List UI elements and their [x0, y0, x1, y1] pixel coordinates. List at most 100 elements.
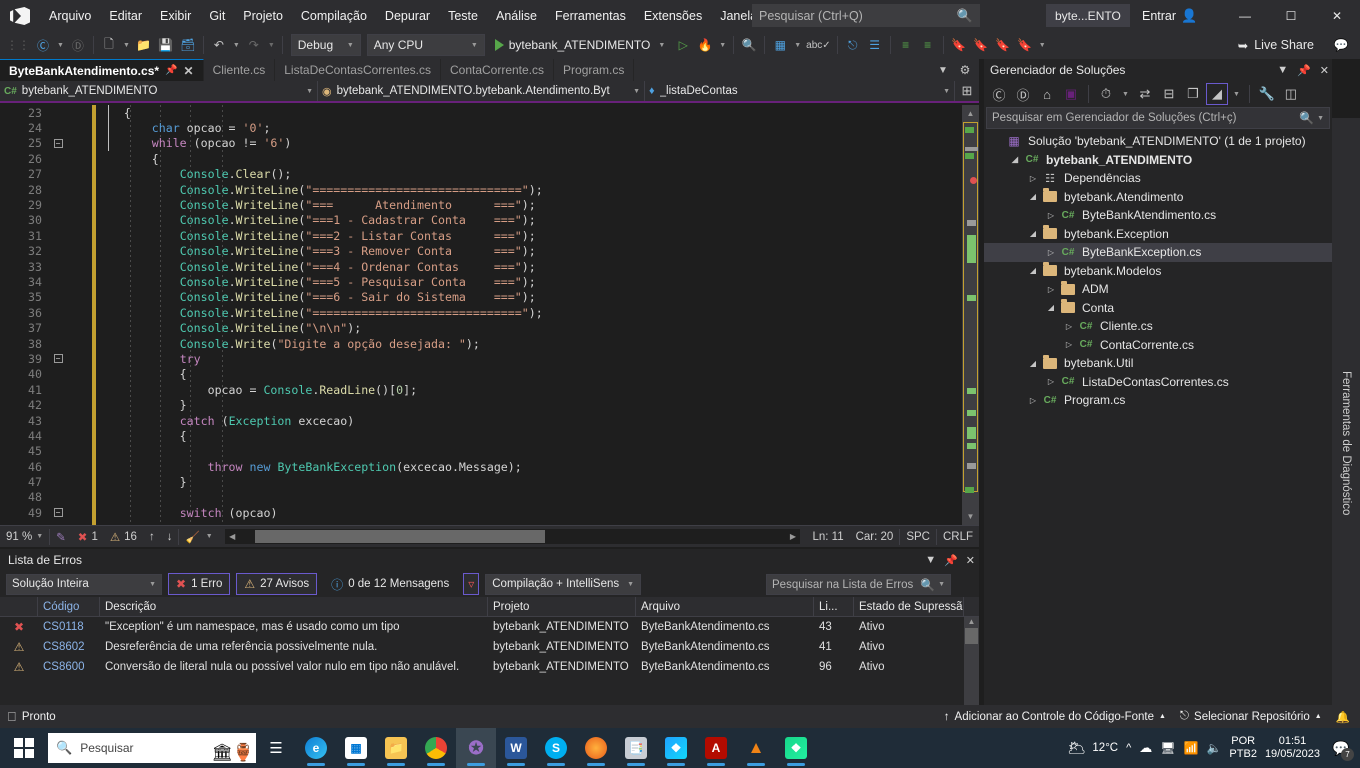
bluestacks-icon[interactable]: ❖	[656, 728, 696, 768]
redo-caret-icon[interactable]: ▼	[265, 42, 278, 49]
chevron-right-icon[interactable]: ▷	[1044, 377, 1058, 386]
vlc-icon[interactable]: ▲	[736, 728, 776, 768]
close-icon[interactable]: ✕	[1314, 0, 1360, 31]
tree-node-bytebank-modelos[interactable]: ◢ bytebank.Modelos	[984, 262, 1332, 281]
warnings-filter-button[interactable]: ⚠ 27 Avisos	[236, 573, 318, 595]
edge-icon[interactable]: e	[296, 728, 336, 768]
weather-widget[interactable]: 🌥 12°C	[1067, 739, 1118, 757]
sign-in-button[interactable]: Entrar 👤	[1142, 0, 1197, 31]
back-dropdown-caret-icon[interactable]: ▼	[54, 42, 67, 49]
notes-icon[interactable]: 📑	[616, 728, 656, 768]
scroll-down-icon[interactable]: ▼	[962, 508, 979, 525]
chevron-down-icon[interactable]: ▼	[1119, 91, 1132, 98]
fold-toggle-icon[interactable]: −	[48, 138, 68, 148]
chevron-right-icon[interactable]: ▷	[1062, 322, 1076, 331]
arrow-up-icon[interactable]: ↑	[143, 526, 161, 548]
split-editor-icon[interactable]: ⊞	[955, 80, 979, 102]
code-line[interactable]: 46 throw new ByteBankException(excecao.M…	[0, 459, 930, 474]
gear-icon[interactable]: ⚙	[955, 59, 975, 81]
code-line[interactable]: 28 Console.WriteLine("==================…	[0, 182, 930, 197]
editor-vertical-scrollbar[interactable]: ▲ ▼	[962, 105, 979, 525]
tree-node-program-cs[interactable]: ▷ C# Program.cs	[984, 391, 1332, 410]
horizontal-scrollbar-thumb[interactable]	[254, 530, 545, 543]
ink-icon[interactable]: ✎	[50, 526, 72, 548]
spell-check-icon[interactable]: abc✓	[804, 34, 833, 56]
error-list-row[interactable]: ⚠ CS8600 Conversão de literal nula ou poss…	[0, 657, 979, 677]
chevron-down-icon[interactable]: ▼	[925, 554, 936, 566]
window-layout-caret-icon[interactable]: ▼	[791, 42, 804, 49]
tab-cliente[interactable]: Cliente.cs	[203, 59, 276, 81]
code-line[interactable]: 35 Console.WriteLine("===6 - Sair do Sis…	[0, 290, 930, 305]
tree-node-bytebankatendimento-cs[interactable]: ▷ C# ByteBankAtendimento.cs	[984, 206, 1332, 225]
bookmarks-overflow-caret-icon[interactable]: ▼	[1036, 42, 1049, 49]
wifi-icon[interactable]: 📶	[1184, 741, 1199, 755]
window-layout-icon[interactable]: ▦	[769, 34, 791, 56]
tab-contacorrente[interactable]: ContaCorrente.cs	[440, 59, 555, 81]
redo-icon[interactable]: ↷	[243, 34, 265, 56]
history-icon[interactable]: ⏱	[1095, 83, 1117, 105]
chevron-down-icon[interactable]: ▼	[655, 42, 668, 49]
save-icon[interactable]: 💾	[155, 34, 177, 56]
column-arquivo[interactable]: Arquivo	[636, 596, 814, 617]
code-line[interactable]: 40 {	[0, 367, 930, 382]
scroll-up-icon[interactable]: ▲	[964, 617, 979, 626]
fold-toggle-icon[interactable]: −	[48, 508, 68, 518]
warning-count-indicator[interactable]: ⚠ 16	[104, 526, 143, 548]
display-icon[interactable]: 🖥	[1160, 741, 1175, 755]
tree-node-contacorrente-cs[interactable]: ▷ C# ContaCorrente.cs	[984, 336, 1332, 355]
code-line[interactable]: 29 Console.WriteLine("=== Atendimento ==…	[0, 197, 930, 212]
ldplayer-icon[interactable]: ❖	[776, 728, 816, 768]
code-line[interactable]: 30 Console.WriteLine("===1 - Cadastrar C…	[0, 213, 930, 228]
menu-editar[interactable]: Editar	[100, 0, 151, 31]
microsoft-store-icon[interactable]: ▦	[336, 728, 376, 768]
chevron-down-icon[interactable]: ▼	[1317, 115, 1324, 122]
show-all-files-icon[interactable]: ❐	[1182, 83, 1204, 105]
code-editor[interactable]: 23 {24 char opcao = '0'; 25− while (opcao…	[0, 105, 979, 525]
visual-studio-icon[interactable]: ✪	[456, 728, 496, 768]
quick-launch-search[interactable]: Pesquisar (Ctrl+Q) 🔍	[752, 4, 980, 27]
error-list-search[interactable]: Pesquisar na Lista de Erros 🔍 ▼	[766, 574, 951, 595]
menu-compilacao[interactable]: Compilação	[292, 0, 376, 31]
code-line[interactable]: 38 Console.Write("Digite a opção desejad…	[0, 336, 930, 351]
code-line[interactable]: 44 {	[0, 428, 930, 443]
code-line[interactable]: 34 Console.WriteLine("===5 - Pesquisar C…	[0, 274, 930, 289]
chevron-down-icon[interactable]: ▼	[1230, 91, 1243, 98]
error-filter-icon[interactable]: ▿	[463, 573, 480, 595]
code-line[interactable]: 27 Console.Clear();	[0, 167, 930, 182]
solution-chip[interactable]: byte...ENTO	[1046, 4, 1130, 27]
new-project-icon[interactable]: 🗋	[98, 34, 120, 56]
tab-program[interactable]: Program.cs	[554, 59, 635, 81]
navigate-forward-icon[interactable]: Ⓓ	[1012, 83, 1034, 105]
navbar-member-combo[interactable]: ♦ _listaDeContas ▼	[645, 81, 955, 101]
scrollbar-thumb[interactable]	[965, 628, 978, 644]
outdent-icon[interactable]: ≡	[917, 34, 939, 56]
code-line[interactable]: 48	[0, 490, 930, 505]
arrow-down-icon[interactable]: ↓	[161, 526, 179, 548]
error-list-scrollbar[interactable]: ▲ ▼	[964, 617, 979, 715]
menu-analise[interactable]: Análise	[487, 0, 546, 31]
tab-listadecontascorrentes[interactable]: ListaDeContasCorrentes.cs	[275, 59, 441, 81]
navbar-type-combo[interactable]: ◉ bytebank_ATENDIMENTO.bytebank.Atendime…	[318, 81, 645, 101]
selection-icon[interactable]: ⎋	[842, 34, 864, 56]
close-icon[interactable]: ✕	[966, 554, 975, 567]
navigate-back-icon[interactable]: Ⓒ	[988, 83, 1010, 105]
solution-tree[interactable]: ▦ Solução 'bytebank_ATENDIMENTO' (1 de 1 …	[984, 129, 1332, 410]
column-descricao[interactable]: Descrição	[100, 596, 488, 617]
tree-node-bytebank-exception[interactable]: ◢ bytebank.Exception	[984, 225, 1332, 244]
undo-caret-icon[interactable]: ▼	[230, 42, 243, 49]
code-line[interactable]: 33 Console.WriteLine("===4 - Ordenar Con…	[0, 259, 930, 274]
select-repository-button[interactable]: ⎋ Selecionar Repositório ▲	[1180, 710, 1322, 723]
tree-node-conta[interactable]: ◢ Conta	[984, 299, 1332, 318]
build-filter-combo[interactable]: Compilação + IntelliSens ▼	[485, 573, 642, 595]
play-outline-icon[interactable]: ▷	[672, 34, 694, 56]
word-icon[interactable]: W	[496, 728, 536, 768]
save-all-icon[interactable]: 🗃	[177, 34, 199, 56]
chevron-right-icon[interactable]: ▷	[1026, 396, 1040, 405]
solution-explorer-search[interactable]: Pesquisar em Gerenciador de Soluções (Ct…	[986, 107, 1330, 129]
code-cleanup-icon[interactable]: 🧹	[179, 526, 205, 548]
scroll-left-icon[interactable]: ◀	[225, 532, 240, 541]
code-line[interactable]: 32 Console.WriteLine("===3 - Remover Con…	[0, 244, 930, 259]
undo-icon[interactable]: ↶	[208, 34, 230, 56]
show-hidden-icons-icon[interactable]: ^	[1126, 742, 1131, 754]
chevron-right-icon[interactable]: ▷	[1044, 248, 1058, 257]
